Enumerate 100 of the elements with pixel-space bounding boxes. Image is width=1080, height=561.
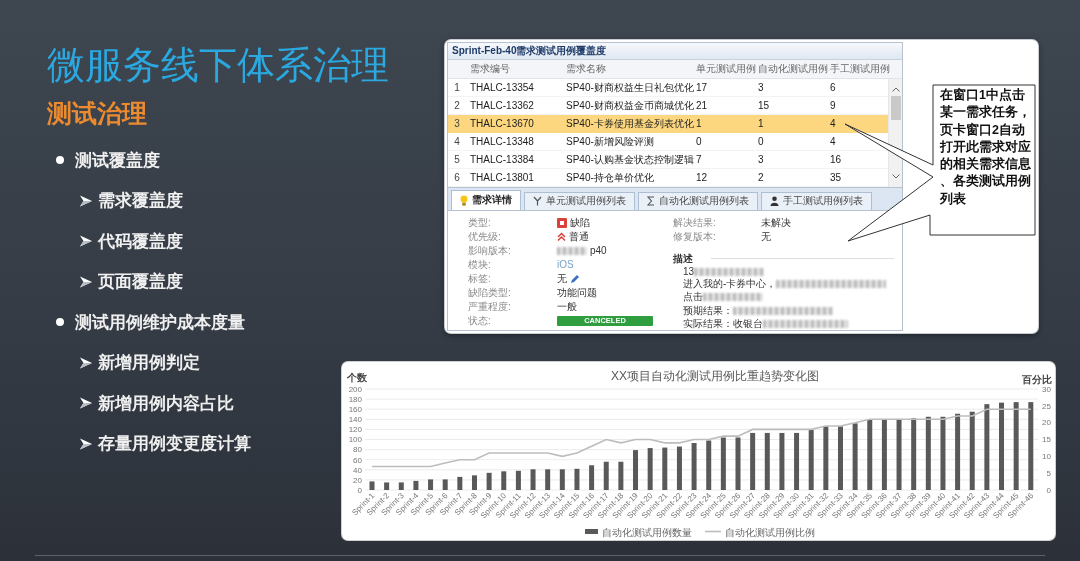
bar bbox=[794, 432, 800, 490]
row-number: 6 bbox=[453, 172, 461, 184]
bullet-text: 测试用例维护成本度量 bbox=[75, 311, 245, 334]
field-value: p40 bbox=[590, 245, 607, 256]
bar bbox=[486, 472, 492, 490]
column-header: 自动化测试用例 bbox=[757, 62, 826, 77]
table-row[interactable]: 4 THALC-13348 SP40-新增风险评测 0 0 4 bbox=[448, 133, 888, 152]
bullet-text: 需求覆盖度 bbox=[98, 190, 183, 213]
field-value: 一般 bbox=[557, 299, 577, 314]
field-label: 解决结果: bbox=[673, 215, 717, 230]
bar bbox=[808, 429, 814, 490]
arrowhead-icon bbox=[80, 397, 92, 410]
scroll-thumb[interactable] bbox=[890, 96, 901, 121]
arrowhead-icon bbox=[80, 194, 92, 207]
bullet-icon bbox=[56, 156, 64, 165]
table-row[interactable]: 6 THALC-13801 SP40-持仓单价优化 12 2 35 bbox=[448, 169, 888, 188]
field-label: 影响版本: bbox=[468, 243, 512, 258]
table-cell-text: SP40-持仓单价优化 bbox=[565, 170, 655, 185]
axis-tick-label: 15 bbox=[1042, 435, 1051, 445]
axis-tick-label: 200 bbox=[348, 384, 362, 394]
bar bbox=[750, 432, 756, 490]
legend-label: 自动化测试用例数量 bbox=[602, 526, 692, 538]
field-label: 修复版本: bbox=[673, 229, 717, 244]
table-cell-text: 7 bbox=[695, 154, 703, 166]
window-title: Sprint-Feb-40需求测试用例覆盖度 bbox=[448, 43, 902, 60]
table-cell-text: THALC-13670 bbox=[469, 118, 535, 130]
field-label: 缺陷类型: bbox=[468, 285, 512, 300]
line-swatch-icon bbox=[705, 530, 721, 533]
table-row[interactable]: 5 THALC-13384 SP40-认购基金状态控制逻辑 7 3 16 bbox=[448, 151, 888, 170]
table-cell-text: 6 bbox=[829, 82, 837, 94]
chevron-up-icon[interactable] bbox=[891, 87, 900, 93]
chevron-down-icon[interactable] bbox=[891, 174, 900, 180]
chart-title: XX项目自动化测试用例比重趋势变化图 bbox=[611, 369, 819, 383]
tab[interactable]: 手工测试用例列表 bbox=[761, 191, 872, 210]
column-header: 单元测试用例 bbox=[695, 62, 754, 77]
tab[interactable]: 单元测试用例列表 bbox=[524, 191, 635, 210]
bar bbox=[676, 446, 682, 490]
table-cell-text: 4 bbox=[829, 118, 837, 130]
square-icon bbox=[557, 217, 567, 228]
axis-tick-label: 180 bbox=[348, 394, 362, 404]
pencil-icon[interactable] bbox=[570, 273, 580, 284]
bar bbox=[398, 482, 404, 490]
tab[interactable]: 自动化测试用例列表 bbox=[638, 191, 758, 210]
field-label: 模块: bbox=[468, 257, 492, 272]
bar bbox=[428, 479, 434, 490]
axis-tick-label: 140 bbox=[348, 415, 362, 425]
bar bbox=[720, 437, 726, 490]
bar bbox=[867, 419, 873, 490]
table-cell-text: 3 bbox=[757, 154, 765, 166]
table-cell-text: 35 bbox=[829, 172, 843, 184]
field-value: 无 bbox=[761, 229, 771, 244]
table-cell-text: THALC-13348 bbox=[469, 136, 535, 148]
bar bbox=[662, 447, 668, 490]
bar bbox=[823, 426, 829, 490]
arrowhead-icon bbox=[80, 275, 92, 288]
bar bbox=[369, 481, 375, 490]
table-cell-text: 15 bbox=[757, 100, 771, 112]
bar bbox=[852, 423, 858, 490]
bullet-text: 新增用例判定 bbox=[98, 352, 200, 375]
bullet-text: 代码覆盖度 bbox=[98, 230, 183, 253]
bullet-text: 页面覆盖度 bbox=[98, 271, 183, 294]
description-text: 进入我的-卡券中心， bbox=[683, 277, 777, 291]
table-cell-text: THALC-13354 bbox=[469, 82, 535, 94]
table-cell-text: 9 bbox=[829, 100, 837, 112]
bar bbox=[413, 480, 419, 490]
tab[interactable]: 需求详情 bbox=[451, 189, 521, 210]
bar bbox=[589, 465, 595, 490]
bar bbox=[764, 432, 770, 490]
table-cell-text: THALC-13801 bbox=[469, 172, 535, 184]
bar bbox=[647, 448, 653, 490]
axis-tick-label: 25 bbox=[1042, 401, 1051, 411]
description-text: 点击 bbox=[683, 289, 703, 304]
bar bbox=[603, 461, 609, 490]
table-cell-text: 16 bbox=[829, 154, 843, 166]
section-heading: 描述 bbox=[673, 251, 693, 266]
axis-tick-label: 20 bbox=[353, 475, 362, 485]
table-row[interactable]: 3 THALC-13670 SP40-卡券使用基金列表优化 1 1 4 bbox=[448, 115, 888, 134]
table-row[interactable]: 1 THALC-13354 SP40-财商权益生日礼包优化 17 3 6 bbox=[448, 79, 888, 98]
table-row[interactable]: 2 THALC-13362 SP40-财商权益金币商城优化 21 15 9 bbox=[448, 97, 888, 116]
field-value: 缺陷 bbox=[570, 215, 590, 230]
axis-tick-label: 30 bbox=[1042, 384, 1051, 394]
field-label: 优先级: bbox=[468, 229, 502, 244]
table-cell-text: SP40-财商权益金币商城优化 bbox=[565, 98, 692, 113]
axis-tick-label: 10 bbox=[1042, 452, 1051, 462]
field-value: 未解决 bbox=[761, 215, 791, 230]
axis-tick-label: 100 bbox=[348, 435, 362, 445]
table-cell-text: 0 bbox=[695, 136, 703, 148]
bar bbox=[838, 426, 843, 490]
sigma-icon bbox=[647, 196, 655, 206]
axis-tick-label: 20 bbox=[1042, 418, 1051, 428]
bar bbox=[501, 471, 507, 490]
bar bbox=[515, 470, 521, 490]
double-chevron-up-icon bbox=[557, 232, 566, 241]
row-number: 2 bbox=[453, 100, 461, 112]
column-header: 需求编号 bbox=[469, 62, 511, 77]
axis-tick-label: 160 bbox=[348, 405, 362, 414]
field-value: 普通 bbox=[569, 229, 589, 244]
field-label: 标签: bbox=[468, 271, 492, 286]
bar bbox=[896, 419, 902, 490]
field-label: 状态: bbox=[468, 313, 492, 328]
